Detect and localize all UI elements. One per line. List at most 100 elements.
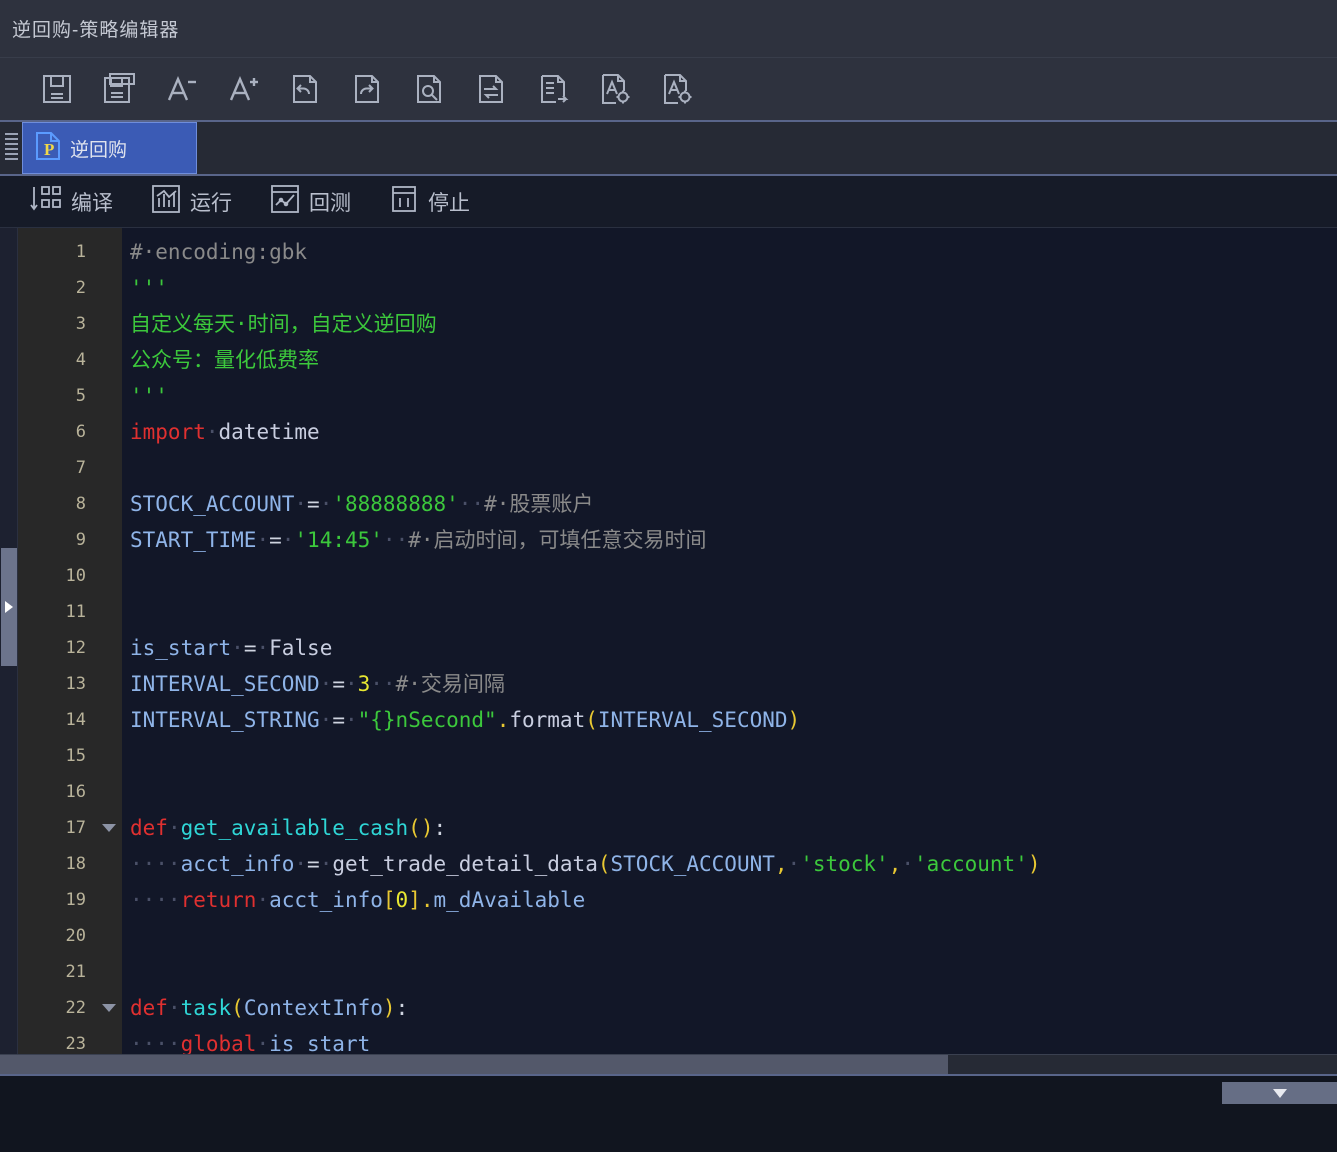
- code-line[interactable]: [122, 954, 1337, 990]
- code-token: ··: [458, 492, 485, 516]
- insert-template-icon[interactable]: [522, 65, 584, 113]
- code-token: INTERVAL_SECOND: [130, 672, 320, 696]
- code-token: #·股票账户: [484, 492, 594, 516]
- scroll-marker-icon: [5, 601, 13, 613]
- code-token: is_start: [130, 636, 232, 660]
- code-token: .: [420, 888, 434, 912]
- code-fold-column[interactable]: [96, 228, 122, 1054]
- chevron-down-icon[interactable]: [102, 1004, 116, 1012]
- code-token: ·: [256, 636, 270, 660]
- code-line[interactable]: ····global·is_start: [122, 1026, 1337, 1054]
- code-token: ·: [319, 672, 333, 696]
- fold-toggle[interactable]: [96, 990, 122, 1026]
- code-token: get_available_cash: [180, 816, 409, 840]
- code-line[interactable]: [122, 558, 1337, 594]
- tab-strip-grip[interactable]: [0, 122, 22, 174]
- code-line[interactable]: ····return·acct_info[0].m_dAvailable: [122, 882, 1337, 918]
- replace-icon[interactable]: [460, 65, 522, 113]
- undo-icon[interactable]: [274, 65, 336, 113]
- code-line[interactable]: ''': [122, 270, 1337, 306]
- main-toolbar: [0, 58, 1337, 122]
- code-line[interactable]: STOCK_ACCOUNT·=·'88888888'··#·股票账户: [122, 486, 1337, 522]
- code-line[interactable]: #·encoding:gbk: [122, 234, 1337, 270]
- code-line[interactable]: [122, 774, 1337, 810]
- code-line[interactable]: ''': [122, 378, 1337, 414]
- stop-button[interactable]: 停止: [389, 184, 470, 219]
- code-line[interactable]: INTERVAL_STRING·=·"{}nSecond".format(INT…: [122, 702, 1337, 738]
- chevron-down-icon: [1272, 1088, 1287, 1098]
- line-number: 22: [65, 998, 86, 1018]
- code-content[interactable]: #·encoding:gbk ''' 自定义每天·时间，自定义逆回购 公众号：量化低费…: [122, 228, 1337, 1054]
- code-token: ·: [167, 996, 181, 1020]
- code-editor[interactable]: 1 2 3 4 5 6 7 8 9 10 11 12 13 14 15 16 17 18 19 20 21 22 23 #·…: [0, 228, 1337, 1054]
- tab-strip: P 逆回购: [0, 122, 1337, 176]
- status-dropdown-button[interactable]: [1222, 1082, 1337, 1104]
- code-token: ·: [256, 888, 270, 912]
- code-line[interactable]: def·get_available_cash():: [122, 810, 1337, 846]
- code-token: 0: [395, 888, 409, 912]
- action-bar: 编译 运行 回测 停止: [0, 176, 1337, 228]
- run-button[interactable]: 运行: [151, 184, 232, 219]
- code-token: def: [130, 996, 168, 1020]
- code-line[interactable]: [122, 450, 1337, 486]
- line-number: 5: [75, 386, 86, 406]
- line-number: 13: [65, 674, 86, 694]
- compile-button[interactable]: 编译: [30, 184, 113, 219]
- code-token: 自定义每天·时间，自定义逆回购: [130, 312, 437, 336]
- code-line[interactable]: import·datetime: [122, 414, 1337, 450]
- backtest-button[interactable]: 回测: [270, 184, 351, 219]
- save-icon[interactable]: [26, 65, 88, 113]
- code-token: ·: [344, 672, 358, 696]
- chevron-down-icon[interactable]: [102, 824, 116, 832]
- code-token: =: [269, 528, 282, 552]
- line-number: 2: [75, 278, 86, 298]
- line-number-gutter: 1 2 3 4 5 6 7 8 9 10 11 12 13 14 15 16 17 18 19 20 21 22 23: [18, 228, 96, 1054]
- code-token: ·: [319, 708, 333, 732]
- code-line[interactable]: [122, 918, 1337, 954]
- code-line[interactable]: is_start·=·False: [122, 630, 1337, 666]
- save-as-icon[interactable]: [88, 65, 150, 113]
- code-token: =: [307, 492, 320, 516]
- editor-vertical-scrollbar[interactable]: [0, 228, 18, 1054]
- editor-horizontal-scrollbar[interactable]: [0, 1054, 1337, 1076]
- stop-label: 停止: [428, 191, 470, 215]
- code-line[interactable]: START_TIME·=·'14:45'··#·启动时间，可填任意交易时间: [122, 522, 1337, 558]
- code-token: return: [180, 888, 257, 912]
- code-line[interactable]: def·task(ContextInfo):: [122, 990, 1337, 1026]
- code-token: '14:45': [294, 528, 383, 552]
- code-line[interactable]: [122, 594, 1337, 630]
- doc-settings-icon[interactable]: [584, 65, 646, 113]
- code-token: ·: [294, 492, 308, 516]
- code-line[interactable]: [122, 738, 1337, 774]
- fold-toggle[interactable]: [96, 810, 122, 846]
- grip-lines-icon: [4, 133, 18, 163]
- find-icon[interactable]: [398, 65, 460, 113]
- line-number: 9: [75, 530, 86, 550]
- redo-icon[interactable]: [336, 65, 398, 113]
- scrollbar-thumb[interactable]: [1, 548, 17, 666]
- code-line[interactable]: ····acct_info·=·get_trade_detail_data(ST…: [122, 846, 1337, 882]
- font-increase-icon[interactable]: [212, 65, 274, 113]
- tab-逆回购[interactable]: P 逆回购: [22, 122, 197, 174]
- line-number: 4: [75, 350, 86, 370]
- line-number: 14: [65, 710, 86, 730]
- code-token: ·: [319, 852, 333, 876]
- code-token: ''': [130, 276, 168, 300]
- font-decrease-icon[interactable]: [150, 65, 212, 113]
- doc-settings-alt-icon[interactable]: [646, 65, 708, 113]
- code-token: #·encoding:gbk: [130, 240, 308, 264]
- code-token: 公众号：量化低费率: [130, 348, 319, 372]
- code-line[interactable]: 自定义每天·时间，自定义逆回购: [122, 306, 1337, 342]
- code-token: :: [433, 816, 447, 840]
- window-title: 逆回购-策略编辑器: [12, 20, 180, 41]
- code-line[interactable]: INTERVAL_SECOND·=·3··#·交易间隔: [122, 666, 1337, 702]
- hscroll-thumb[interactable]: [0, 1055, 948, 1074]
- code-line[interactable]: 公众号：量化低费率: [122, 342, 1337, 378]
- code-token: ·: [256, 1032, 270, 1054]
- code-token: ··: [382, 528, 409, 552]
